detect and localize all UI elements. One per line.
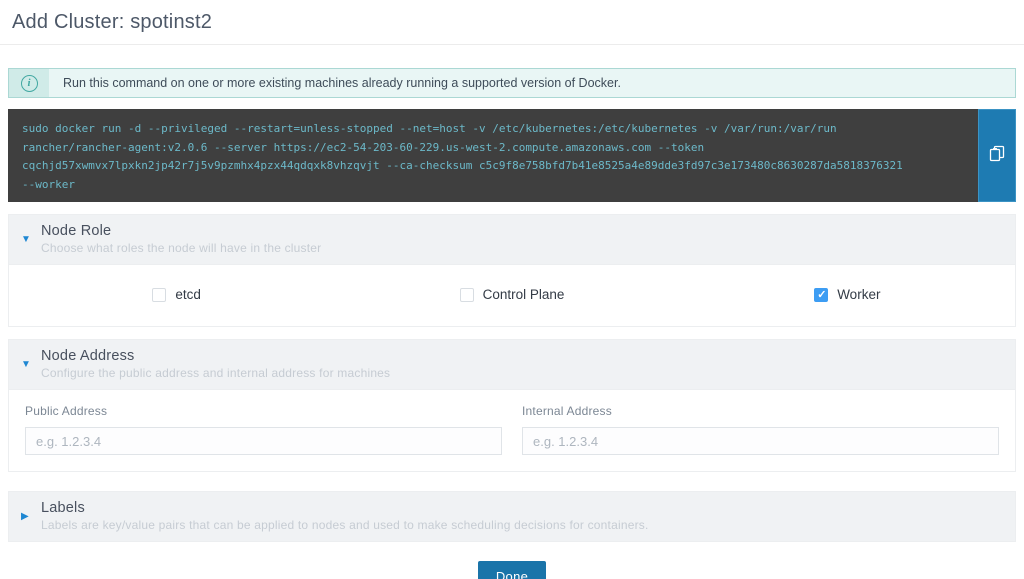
node-address-title: Node Address	[41, 348, 390, 364]
node-role-body: etcd Control Plane Worker	[9, 264, 1015, 326]
role-option-etcd: etcd	[9, 287, 344, 302]
worker-checkbox[interactable]	[814, 288, 828, 302]
role-option-worker: Worker	[680, 287, 1015, 302]
info-banner-icon-cell: i	[9, 69, 49, 97]
title-divider	[0, 44, 1024, 45]
internal-address-input[interactable]	[522, 427, 999, 455]
done-button[interactable]: Done	[478, 561, 546, 579]
chevron-right-icon[interactable]: ▶	[21, 511, 41, 522]
control-plane-checkbox-label[interactable]: Control Plane	[483, 287, 565, 302]
internal-address-field-group: Internal Address	[522, 404, 999, 455]
info-icon: i	[21, 75, 38, 92]
labels-section: ▶ Labels Labels are key/value pairs that…	[8, 491, 1016, 542]
clipboard-icon	[987, 143, 1007, 168]
chevron-down-icon[interactable]: ▼	[21, 359, 41, 370]
public-address-label: Public Address	[25, 404, 502, 418]
node-address-body: Public Address Internal Address	[9, 389, 1015, 471]
docker-command-block: sudo docker run -d --privileged --restar…	[8, 109, 1016, 202]
public-address-field-group: Public Address	[25, 404, 502, 455]
node-address-section-header[interactable]: ▼ Node Address Configure the public addr…	[9, 340, 1015, 389]
node-address-section: ▼ Node Address Configure the public addr…	[8, 339, 1016, 472]
footer: Done	[8, 561, 1016, 579]
node-role-section: ▼ Node Role Choose what roles the node w…	[8, 214, 1016, 327]
node-role-section-header[interactable]: ▼ Node Role Choose what roles the node w…	[9, 215, 1015, 264]
etcd-checkbox[interactable]	[152, 288, 166, 302]
role-option-control-plane: Control Plane	[344, 287, 679, 302]
node-role-title: Node Role	[41, 223, 321, 239]
node-address-subtitle: Configure the public address and interna…	[41, 366, 390, 380]
control-plane-checkbox[interactable]	[460, 288, 474, 302]
info-banner: i Run this command on one or more existi…	[8, 68, 1016, 98]
chevron-down-icon[interactable]: ▼	[21, 234, 41, 245]
copy-command-button[interactable]	[978, 109, 1016, 202]
labels-section-header[interactable]: ▶ Labels Labels are key/value pairs that…	[9, 492, 1015, 541]
etcd-checkbox-label[interactable]: etcd	[175, 287, 201, 302]
labels-subtitle: Labels are key/value pairs that can be a…	[41, 518, 649, 532]
worker-checkbox-label[interactable]: Worker	[837, 287, 880, 302]
labels-title: Labels	[41, 500, 649, 516]
public-address-input[interactable]	[25, 427, 502, 455]
page-title: Add Cluster: spotinst2	[8, 0, 1016, 44]
internal-address-label: Internal Address	[522, 404, 999, 418]
info-banner-text: Run this command on one or more existing…	[49, 69, 621, 97]
add-cluster-page: Add Cluster: spotinst2 i Run this comman…	[0, 0, 1024, 579]
node-role-subtitle: Choose what roles the node will have in …	[41, 241, 321, 255]
docker-command-text: sudo docker run -d --privileged --restar…	[8, 109, 978, 202]
